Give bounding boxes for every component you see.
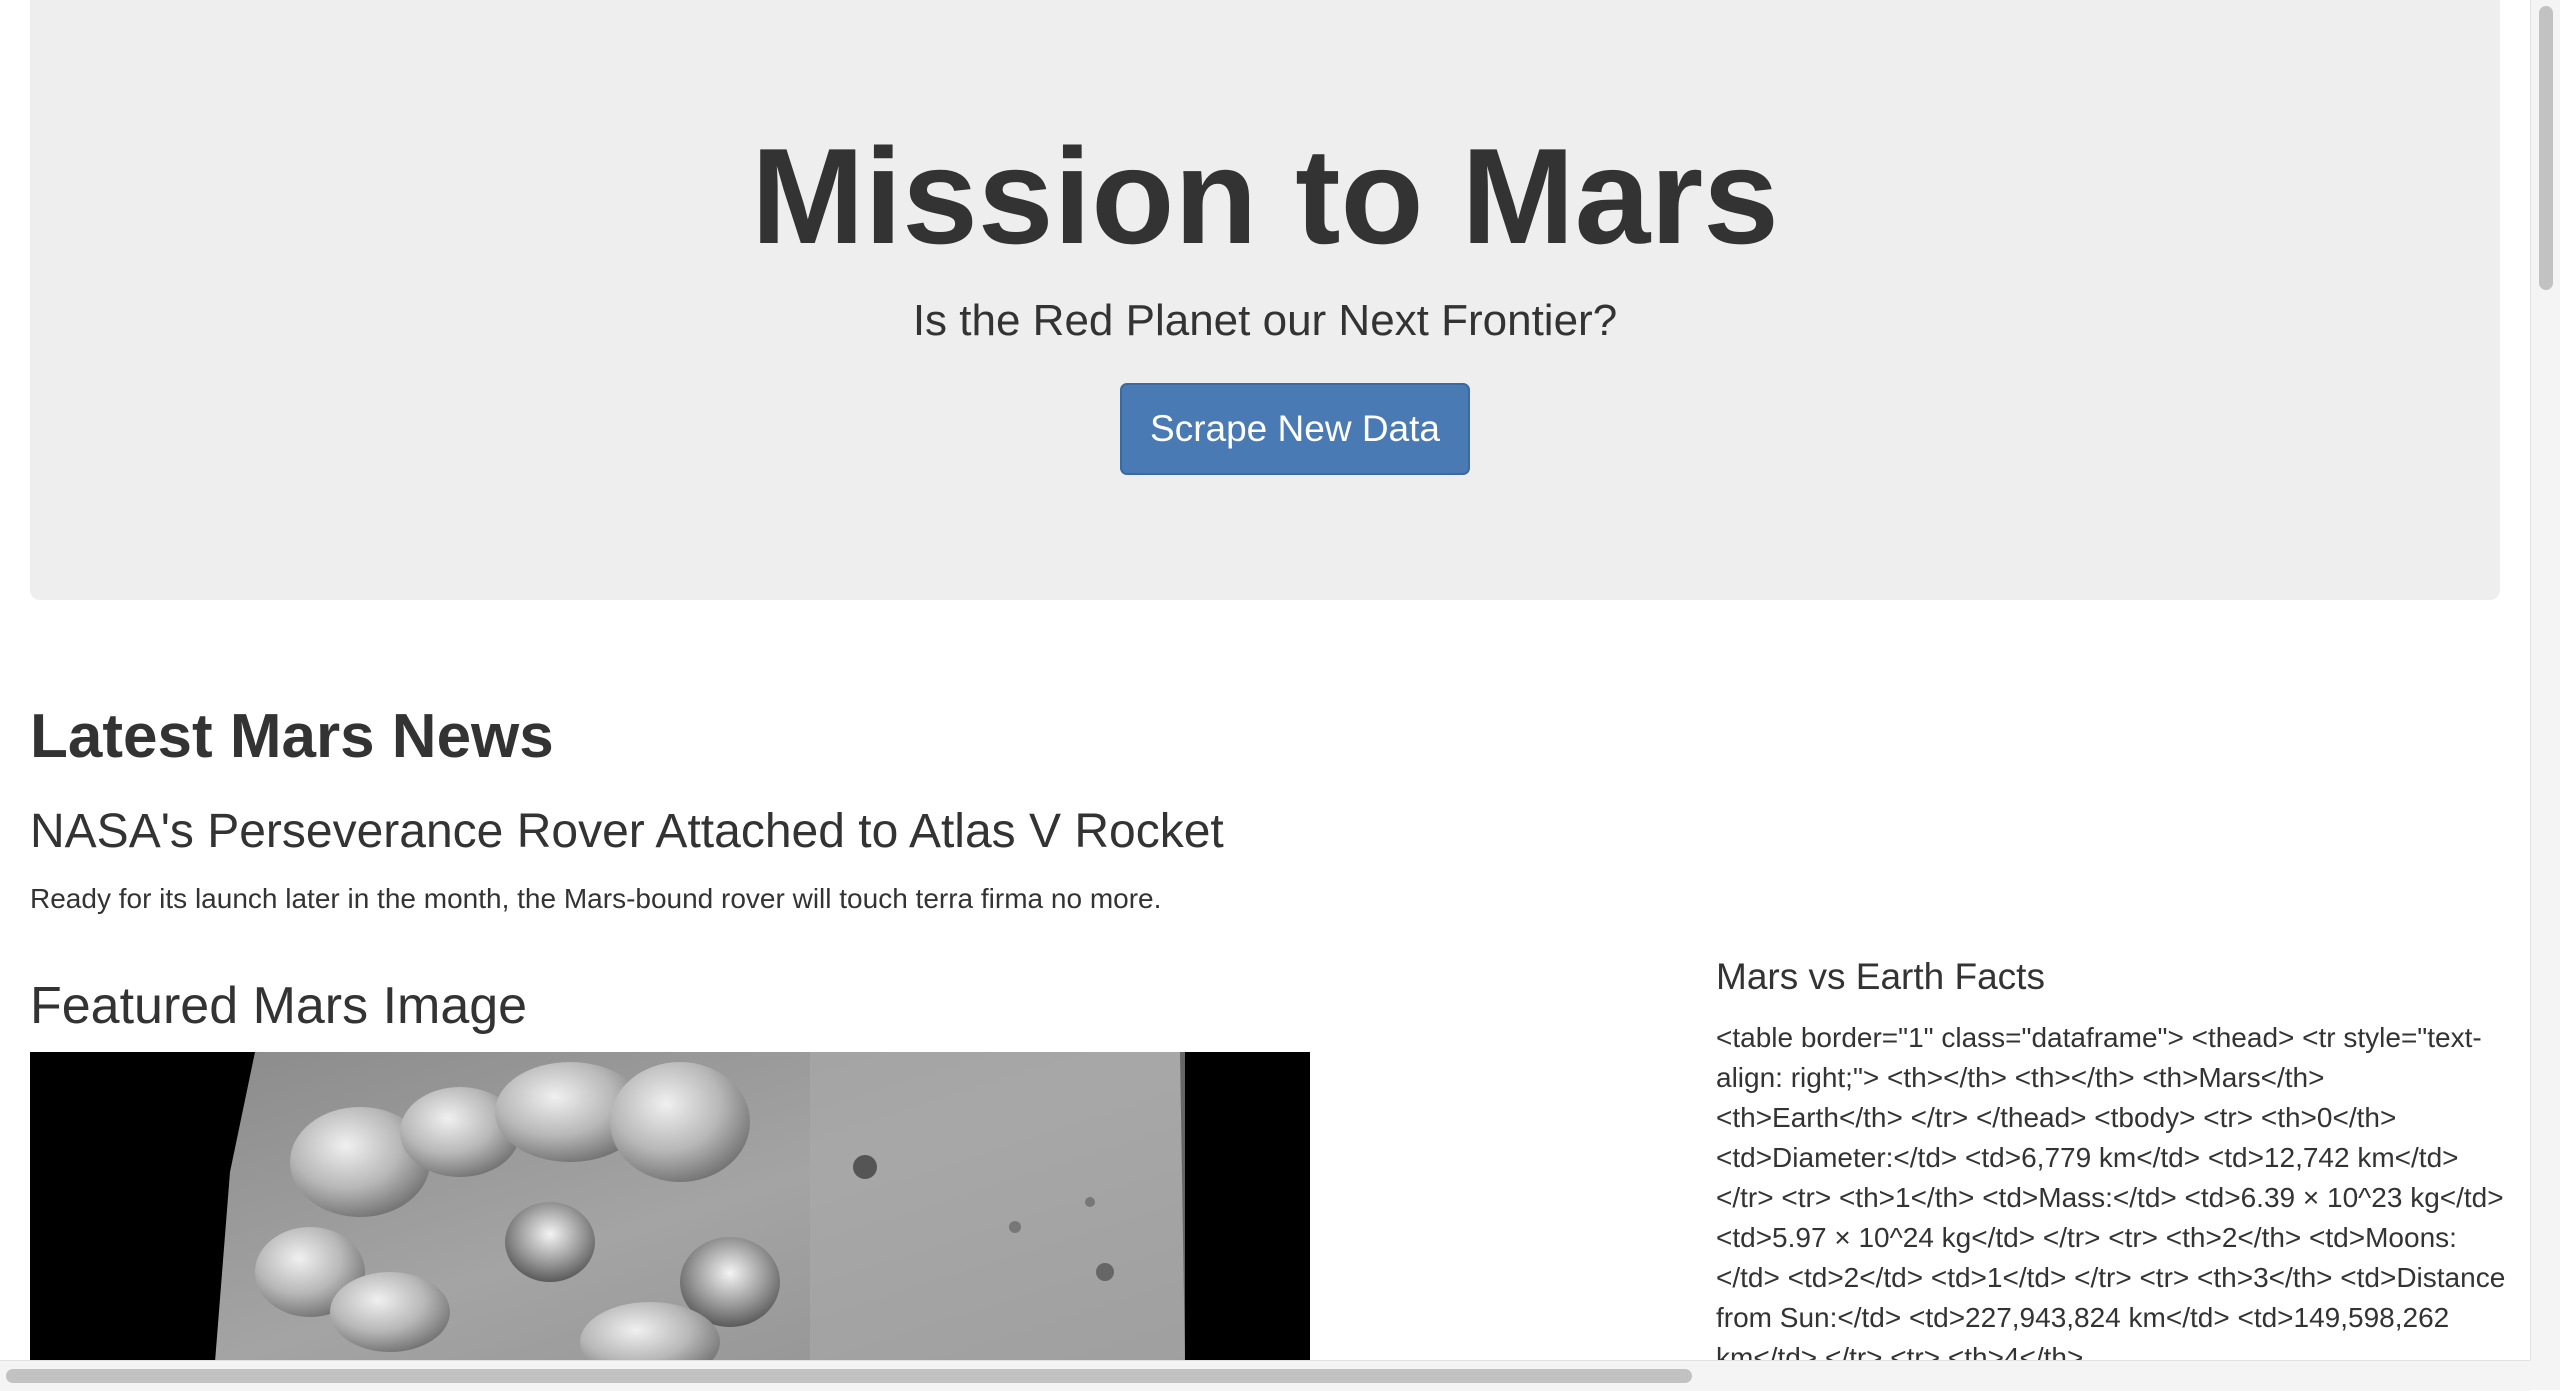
page-viewport: Mission to Mars Is the Red Planet our Ne… xyxy=(0,0,2530,1360)
facts-table-raw: <table border="1" class="dataframe"> <th… xyxy=(1716,1022,2506,1360)
featured-image-heading: Featured Mars Image xyxy=(30,977,528,1035)
news-headline: NASA's Perseverance Rover Attached to At… xyxy=(30,805,1224,858)
facts-heading: Mars vs Earth Facts xyxy=(1716,956,2045,997)
scrape-new-data-button[interactable]: Scrape New Data xyxy=(1120,383,1470,475)
latest-news-heading: Latest Mars News xyxy=(30,702,554,771)
vertical-scroll-thumb[interactable] xyxy=(2539,6,2553,290)
horizontal-scrollbar[interactable] xyxy=(0,1360,2530,1391)
jumbotron: Mission to Mars Is the Red Planet our Ne… xyxy=(30,0,2500,600)
scrollbar-corner xyxy=(2530,1360,2560,1390)
page-subtitle: Is the Red Planet our Next Frontier? xyxy=(912,296,1618,345)
mars-surface-image xyxy=(30,1052,1310,1360)
featured-mars-image xyxy=(30,1052,1310,1360)
news-paragraph: Ready for its launch later in the month,… xyxy=(30,883,1162,914)
vertical-scrollbar[interactable] xyxy=(2530,0,2560,1360)
horizontal-scroll-thumb[interactable] xyxy=(6,1369,1692,1383)
page-title: Mission to Mars xyxy=(751,120,1779,272)
